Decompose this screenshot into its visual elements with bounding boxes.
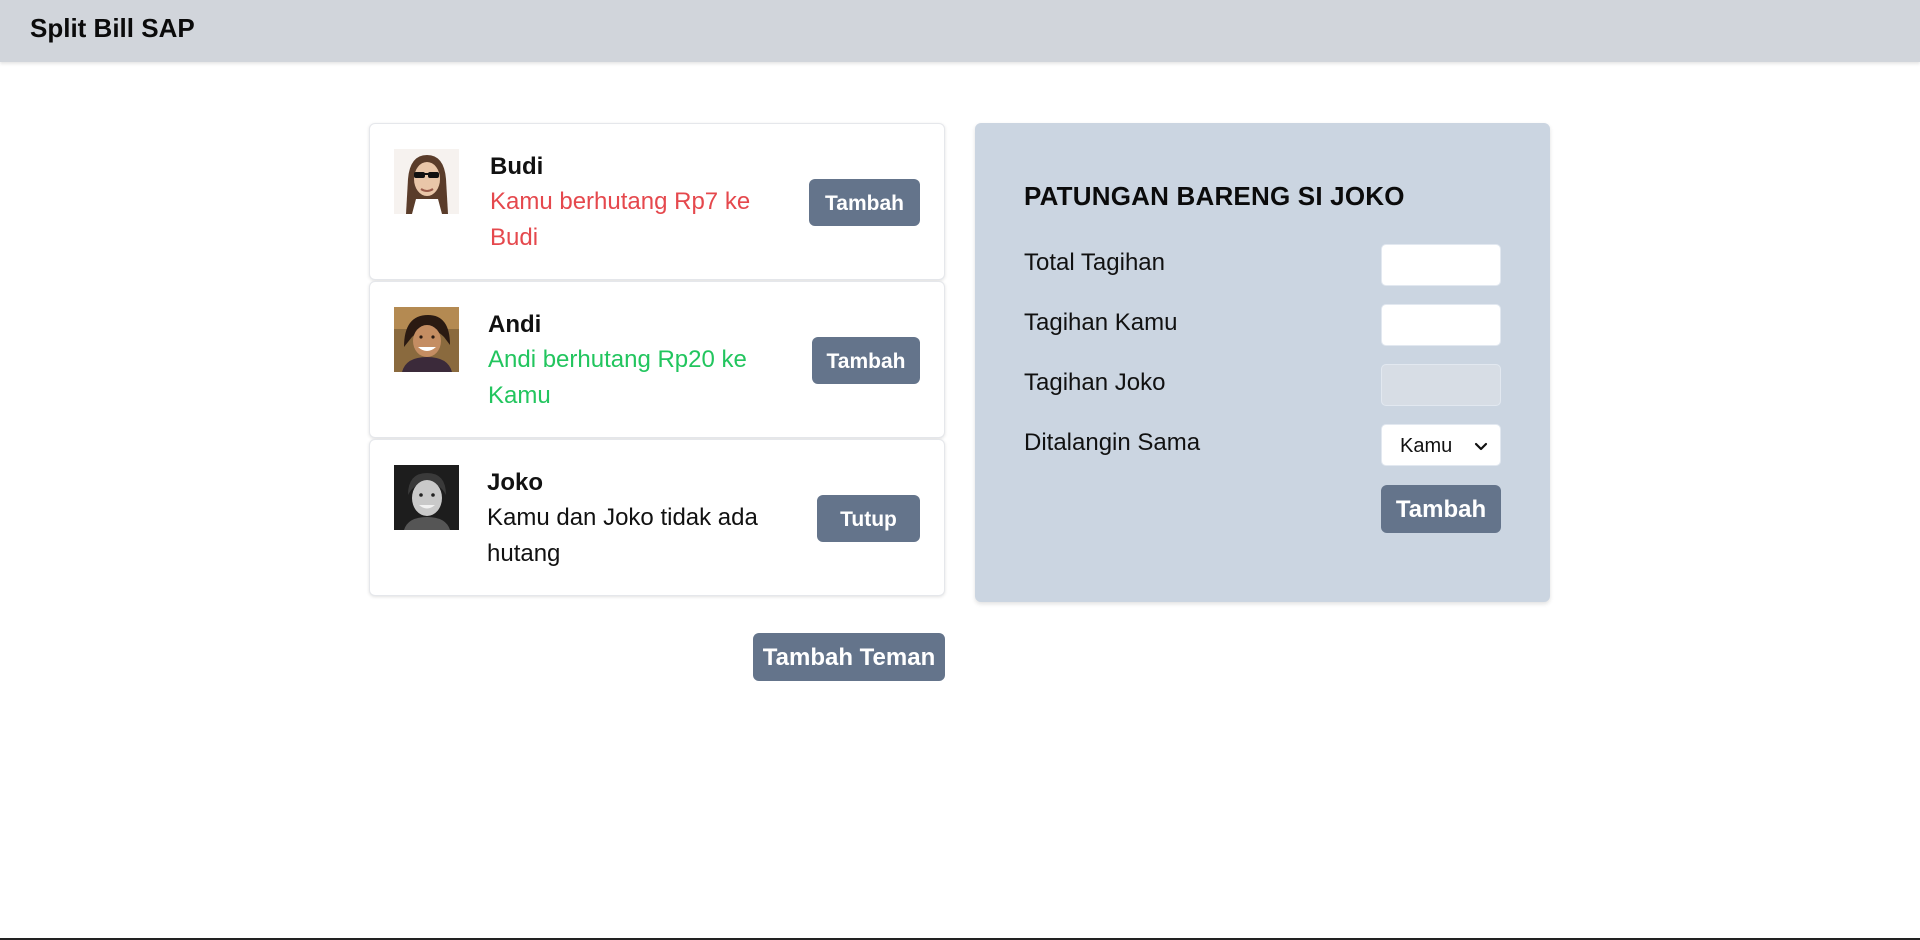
split-bill-form: PATUNGAN BARENG SI JOKO Total Tagihan Ta… bbox=[975, 123, 1550, 602]
friend-card-andi: Andi Andi berhutang Rp20 ke Kamu Tambah bbox=[369, 281, 945, 438]
chevron-down-icon bbox=[1474, 439, 1488, 457]
friends-list: Budi Kamu berhutang Rp7 ke Budi Tambah A… bbox=[369, 123, 945, 597]
close-friend-button[interactable]: Tutup bbox=[817, 495, 920, 542]
friend-bill-input bbox=[1381, 364, 1501, 406]
app-title: Split Bill SAP bbox=[30, 13, 195, 43]
friend-balance-status: Kamu dan Joko tidak ada hutang bbox=[487, 504, 758, 567]
friend-name: Budi bbox=[490, 153, 544, 180]
avatar-bw-portrait-icon bbox=[394, 465, 459, 530]
total-bill-input[interactable] bbox=[1381, 244, 1501, 286]
payer-select[interactable]: Kamu bbox=[1381, 424, 1501, 466]
friend-info: Budi Kamu berhutang Rp7 ke Budi bbox=[490, 152, 780, 256]
your-bill-input[interactable] bbox=[1381, 304, 1501, 346]
form-title: PATUNGAN BARENG SI JOKO bbox=[1024, 181, 1405, 211]
avatar-smiling-woman-icon bbox=[394, 307, 459, 372]
app-header: Split Bill SAP bbox=[0, 0, 1920, 62]
avatar bbox=[394, 307, 459, 372]
friend-bill-label: Tagihan Joko bbox=[1024, 369, 1166, 396]
select-friend-button[interactable]: Tambah bbox=[809, 179, 920, 226]
friend-name: Joko bbox=[487, 469, 544, 496]
payer-label: Ditalangin Sama bbox=[1024, 429, 1201, 456]
avatar bbox=[394, 149, 459, 214]
add-friend-button[interactable]: Tambah Teman bbox=[753, 633, 945, 681]
select-friend-button[interactable]: Tambah bbox=[812, 337, 920, 384]
friend-card-joko: Joko Kamu dan Joko tidak ada hutang Tutu… bbox=[369, 439, 945, 596]
your-bill-label: Tagihan Kamu bbox=[1024, 309, 1178, 336]
friend-card-budi: Budi Kamu berhutang Rp7 ke Budi Tambah bbox=[369, 123, 945, 280]
friend-name: Andi bbox=[488, 311, 542, 338]
friend-balance-status: Andi berhutang Rp20 ke Kamu bbox=[488, 346, 747, 409]
avatar-long-hair-sunglasses-icon bbox=[394, 149, 459, 214]
friend-info: Andi Andi berhutang Rp20 ke Kamu bbox=[488, 310, 778, 414]
friend-balance-status: Kamu berhutang Rp7 ke Budi bbox=[490, 188, 751, 251]
total-bill-label: Total Tagihan bbox=[1024, 249, 1165, 276]
submit-split-button[interactable]: Tambah bbox=[1381, 485, 1501, 533]
payer-selected-value: Kamu bbox=[1400, 435, 1453, 457]
avatar bbox=[394, 465, 459, 530]
friend-info: Joko Kamu dan Joko tidak ada hutang bbox=[487, 468, 777, 572]
